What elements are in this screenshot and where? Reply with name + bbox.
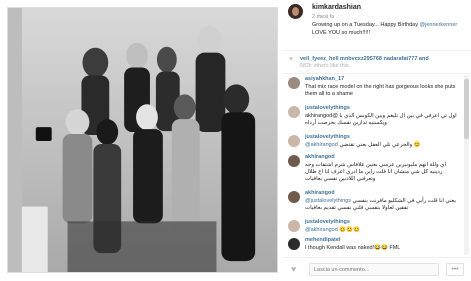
comment-text: That mix race model on the right has gor…	[305, 84, 456, 97]
comment-list: asiyahkhan_17 That mix race model on the…	[283, 75, 464, 255]
likers-list[interactable]: vell_fyeez_hell mnbvcxz295768 nadarafat7…	[300, 56, 466, 70]
more-options-button[interactable]: •••	[446, 263, 464, 276]
likes-row: ♥ vell_fyeez_hell mnbvcxz295768 nadarafa…	[283, 50, 471, 74]
comment-input[interactable]	[309, 263, 439, 276]
avatar[interactable]	[288, 77, 300, 89]
avatar[interactable]	[288, 106, 300, 118]
comment-text: @justalovelythings يعني انا قلت رأيي في …	[305, 198, 460, 212]
caption-text: Growing up on a Tuesday... Happy Birthda…	[312, 22, 418, 28]
comment-body: والجرعي تلي العقل يعني تقتضي 😊	[337, 142, 421, 148]
post-username[interactable]: kimkardashian	[312, 4, 361, 11]
comment-item: mehendipatel I though Kendall was naked!…	[283, 236, 464, 255]
avatar[interactable]	[288, 191, 300, 203]
comment-scrollbar[interactable]	[464, 75, 469, 255]
comment-item: akhirangod اي وللة انهم مليونيرين عزمني …	[283, 153, 464, 189]
comment-text: اي وللة انهم مليونيرين عزمني بعنين غلافا…	[305, 162, 447, 182]
avatar[interactable]	[288, 4, 303, 19]
comment-bar: ♥ •••	[283, 257, 471, 281]
comment-username[interactable]: justalovelythings	[305, 219, 350, 225]
comment-item: justalovelythings @akhirangod والجرعي تل…	[283, 133, 464, 153]
heart-icon: ♥	[289, 56, 294, 63]
likers-names[interactable]: vell_fyeez_hell mnbvcxz295768 nadarafat7…	[300, 56, 429, 62]
avatar[interactable]	[288, 220, 300, 232]
post-caption: Growing up on a Tuesday... Happy Birthda…	[312, 22, 462, 37]
comment-body: 😊😊😊	[337, 227, 360, 233]
avatar[interactable]	[288, 238, 300, 250]
comment-username[interactable]: akhirangod	[305, 190, 335, 196]
post-header: kimkardashian 2 mesi fa Growing up on a …	[283, 0, 471, 50]
post-photo-image	[8, 8, 277, 272]
comment-item: justalovelythings @akhirangod 😊😊😊	[283, 218, 464, 236]
like-button[interactable]: ♥	[291, 264, 296, 274]
likes-count[interactable]: 582k others like this.	[300, 63, 350, 69]
post-timestamp: 2 mesi fa	[312, 14, 335, 20]
comment-item: akhirangod @justalovelythings يعني انا ق…	[283, 189, 464, 218]
caption-mention[interactable]: @jennerkenner	[420, 22, 458, 28]
comment-item: justalovelythings اول تي اعرفي في بين ال…	[283, 104, 464, 133]
scrollbar-thumb[interactable]	[464, 79, 469, 139]
comment-username[interactable]: asiyahkhan_17	[305, 76, 344, 82]
comment-item: asiyahkhan_17 That mix race model on the…	[283, 75, 464, 104]
comment-mention[interactable]: @akhirangod	[305, 142, 338, 148]
comment-text: I though Kendall was naked!😂😂 FML	[305, 245, 401, 251]
caption-tail: LOVE YOU so much!!!!!	[312, 29, 370, 36]
post-detail-panel: kimkardashian 2 mesi fa Growing up on a …	[283, 0, 471, 281]
comment-username[interactable]: justalovelythings	[305, 134, 350, 140]
comment-text: @akhirangod والجرعي تلي العقل يعني تقتضي…	[305, 142, 460, 149]
comment-username[interactable]: mehendipatel	[305, 237, 340, 243]
comment-text: @akhirangod 😊😊😊	[305, 227, 460, 234]
avatar[interactable]	[288, 155, 300, 167]
comment-text: اول تي اعرفي في بين ال تليغم وبين الكونس…	[305, 113, 457, 126]
comment-username[interactable]: justalovelythings	[305, 105, 350, 111]
comment-mention[interactable]: @akhirangod	[305, 227, 338, 233]
comment-mention[interactable]: @justalovelythings	[305, 198, 351, 204]
post-photo[interactable]	[7, 7, 278, 273]
comment-username[interactable]: akhirangod	[305, 154, 335, 160]
avatar[interactable]	[288, 135, 300, 147]
